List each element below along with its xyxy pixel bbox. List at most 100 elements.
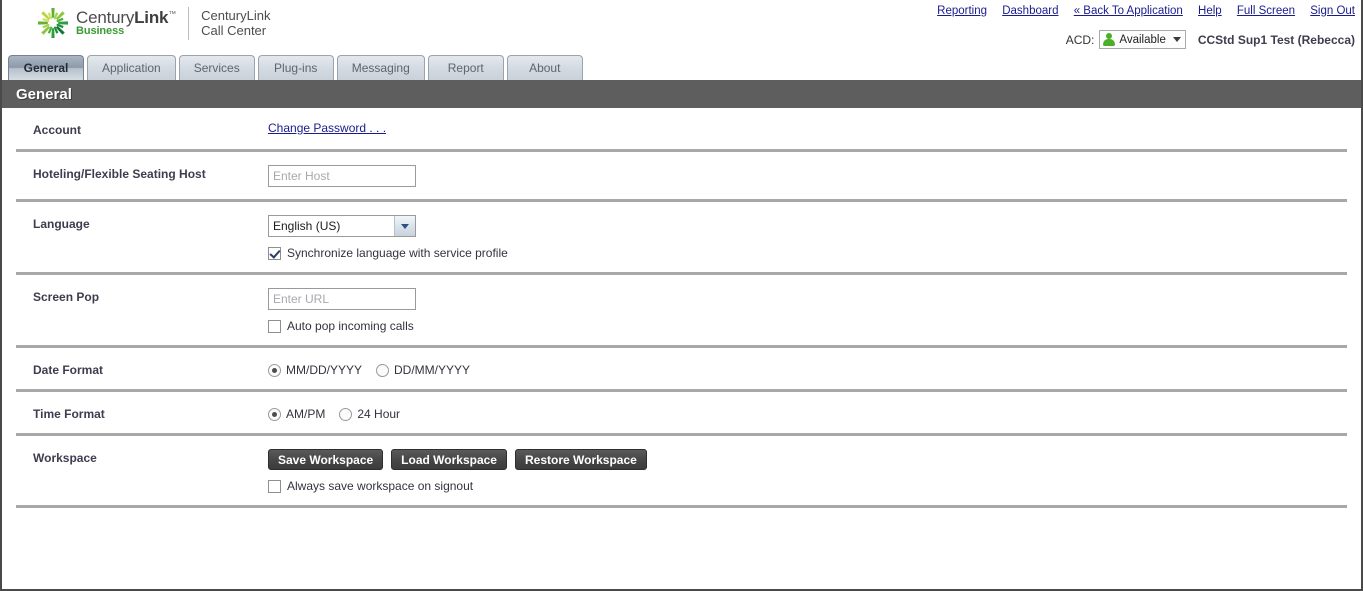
time-format-label-ampm[interactable]: AM/PM — [286, 407, 325, 421]
page-title: General — [16, 85, 72, 103]
load-workspace-button[interactable]: Load Workspace — [391, 449, 507, 470]
date-format-radio-ddmmyyyy[interactable] — [376, 363, 390, 377]
tab-report[interactable]: Report — [427, 55, 504, 80]
page-title-bar: General — [2, 80, 1361, 108]
account-label: Account — [33, 123, 81, 137]
time-format-radio-24hour[interactable] — [339, 407, 353, 421]
date-format-content: MM/DD/YYYY DD/MM/YYYY — [268, 361, 1347, 377]
brand-name-part2: Link — [134, 7, 169, 27]
tab-services-label: Services — [193, 61, 240, 75]
chevron-down-icon — [1172, 37, 1181, 42]
workspace-button-row: Save Workspace Load Workspace Restore Wo… — [268, 449, 1347, 470]
sunburst-logo-icon — [36, 6, 70, 40]
hoteling-label: Hoteling/Flexible Seating Host — [33, 167, 206, 181]
date-format-option-ddmmyyyy[interactable]: DD/MM/YYYY — [376, 363, 470, 377]
always-save-workspace-checkbox[interactable] — [268, 479, 281, 493]
reporting-link[interactable]: Reporting — [937, 5, 987, 17]
save-workspace-button[interactable]: Save Workspace — [268, 449, 384, 470]
time-format-option-24hour[interactable]: 24 Hour — [339, 407, 400, 421]
time-format-radio-group: AM/PM 24 Hour — [268, 405, 1347, 421]
trademark-symbol: ™ — [168, 9, 177, 19]
sync-language-checkbox[interactable] — [268, 246, 281, 260]
always-save-workspace-label[interactable]: Always save workspace on signout — [287, 479, 473, 493]
tab-application[interactable]: Application — [87, 55, 176, 80]
language-select-value: English (US) — [273, 219, 341, 233]
workspace-label: Workspace — [33, 451, 97, 465]
tab-report-label: Report — [447, 61, 484, 75]
tab-messaging-label: Messaging — [351, 61, 410, 75]
settings-row-date-format: Date Format MM/DD/YYYY DD/MM/YYYY — [16, 348, 1347, 392]
date-format-label-ddmmyyyy[interactable]: DD/MM/YYYY — [394, 363, 470, 377]
account-content: Change Password . . . — [268, 121, 1347, 137]
time-format-option-ampm[interactable]: AM/PM — [268, 407, 325, 421]
acd-status-dropdown[interactable]: Available — [1099, 30, 1186, 49]
language-select[interactable]: English (US) — [268, 215, 416, 237]
settings-row-screen-pop: Screen Pop Auto pop incoming calls — [16, 275, 1347, 348]
chevron-down-icon — [401, 223, 409, 229]
time-format-label: Time Format — [33, 407, 105, 421]
tab-application-label: Application — [102, 61, 161, 75]
tab-about-label: About — [529, 61, 561, 75]
hoteling-host-input[interactable] — [268, 165, 416, 187]
help-link[interactable]: Help — [1198, 5, 1222, 17]
workspace-content: Save Workspace Load Workspace Restore Wo… — [268, 449, 1347, 493]
top-navigation-links: Reporting Dashboard « Back To Applicatio… — [925, 5, 1355, 17]
settings-panel: Account Change Password . . . Hoteling/F… — [2, 108, 1361, 508]
product-name: CenturyLink Call Center — [201, 8, 270, 38]
brand-divider — [188, 6, 190, 40]
back-to-application-link[interactable]: « Back To Application — [1074, 5, 1183, 17]
language-label: Language — [33, 217, 90, 231]
auto-pop-checkbox[interactable] — [268, 319, 281, 333]
tab-bar: General Application Services Plug-ins Me… — [2, 54, 1361, 80]
product-name-line2: Call Center — [201, 23, 267, 38]
always-save-workspace-checkbox-row: Always save workspace on signout — [268, 479, 1347, 493]
screen-pop-url-input[interactable] — [268, 288, 416, 310]
time-format-radio-ampm[interactable] — [268, 407, 281, 421]
application-window: CenturyLink™ Business CenturyLink Call C… — [0, 0, 1363, 591]
date-format-label: Date Format — [33, 363, 104, 377]
settings-row-account: Account Change Password . . . — [16, 108, 1347, 152]
brand-subtitle: Business — [76, 24, 125, 37]
date-format-radio-group: MM/DD/YYYY DD/MM/YYYY — [268, 361, 1347, 377]
date-format-radio-mmddyyyy[interactable] — [268, 363, 281, 377]
hoteling-content — [268, 165, 1347, 187]
tab-general-label: General — [23, 61, 69, 75]
tab-plugins-label: Plug-ins — [274, 61, 318, 75]
time-format-content: AM/PM 24 Hour — [268, 405, 1347, 421]
user-display-name: CCStd Sup1 Test (Rebecca) — [1197, 32, 1355, 47]
language-select-button[interactable] — [394, 216, 415, 236]
screen-pop-label: Screen Pop — [33, 290, 100, 304]
dashboard-link[interactable]: Dashboard — [1002, 5, 1058, 17]
restore-workspace-button[interactable]: Restore Workspace — [514, 449, 647, 470]
settings-row-hoteling: Hoteling/Flexible Seating Host — [16, 152, 1347, 202]
sign-out-link[interactable]: Sign Out — [1310, 5, 1355, 17]
sync-language-checkbox-row: Synchronize language with service profil… — [268, 246, 1347, 260]
tab-about[interactable]: About — [506, 55, 583, 80]
product-name-line1: CenturyLink — [201, 8, 271, 23]
settings-row-workspace: Workspace Save Workspace Load Workspace … — [16, 436, 1347, 508]
time-format-label-24hour[interactable]: 24 Hour — [357, 407, 400, 421]
brand-name-part1: Century — [76, 7, 135, 27]
acd-status-area: ACD: Available CCStd Sup1 Test (Rebecca) — [1066, 30, 1355, 49]
screen-pop-content: Auto pop incoming calls — [268, 288, 1347, 333]
date-format-option-mmddyyyy[interactable]: MM/DD/YYYY — [268, 363, 362, 377]
brand-wordmark: CenturyLink™ Business — [76, 7, 177, 37]
acd-status-value: Available — [1119, 33, 1166, 46]
tab-messaging[interactable]: Messaging — [336, 55, 425, 80]
person-available-icon — [1103, 33, 1116, 46]
full-screen-link[interactable]: Full Screen — [1237, 5, 1295, 17]
tab-plugins[interactable]: Plug-ins — [257, 55, 334, 80]
language-content: English (US) Synchronize language with s… — [268, 215, 1347, 260]
tab-services[interactable]: Services — [178, 55, 255, 80]
settings-row-time-format: Time Format AM/PM 24 Hour — [16, 392, 1347, 436]
change-password-link[interactable]: Change Password . . . — [268, 121, 386, 135]
date-format-label-mmddyyyy[interactable]: MM/DD/YYYY — [286, 363, 362, 377]
tab-general[interactable]: General — [8, 55, 84, 80]
acd-label: ACD: — [1065, 32, 1095, 47]
top-bar: CenturyLink™ Business CenturyLink Call C… — [2, 0, 1361, 54]
auto-pop-label[interactable]: Auto pop incoming calls — [287, 319, 414, 333]
settings-row-language: Language English (US) Synchronize langua… — [16, 202, 1347, 275]
sync-language-label[interactable]: Synchronize language with service profil… — [287, 246, 508, 260]
auto-pop-checkbox-row: Auto pop incoming calls — [268, 319, 1347, 333]
brand-area: CenturyLink™ Business CenturyLink Call C… — [36, 6, 270, 40]
